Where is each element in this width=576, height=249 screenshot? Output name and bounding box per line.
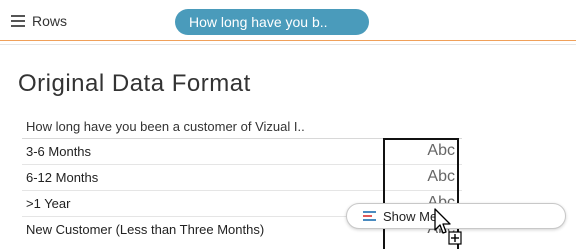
- sheet-title: Original Data Format: [18, 70, 251, 97]
- row-label[interactable]: 3-6 Months: [26, 139, 91, 164]
- show-me-label: Show Me: [383, 208, 438, 224]
- rows-label-text: Rows: [32, 13, 68, 29]
- row-label[interactable]: >1 Year: [26, 191, 70, 216]
- drag-copy-cursor-icon: [434, 208, 462, 245]
- table-column-header[interactable]: How long have you been a customer of Viz…: [22, 116, 462, 139]
- shelf-divider-secondary: [0, 44, 576, 45]
- rows-shelf-label: Rows: [11, 12, 67, 30]
- shelf-divider: [0, 40, 576, 41]
- rows-list-icon: [11, 15, 25, 27]
- rows-shelf[interactable]: Rows How long have you b..: [0, 0, 576, 40]
- row-label[interactable]: 6-12 Months: [26, 165, 98, 190]
- rows-field-pill[interactable]: How long have you b..: [175, 9, 369, 35]
- row-label[interactable]: New Customer (Less than Three Months): [26, 217, 264, 242]
- show-me-chart-icon: [363, 211, 376, 221]
